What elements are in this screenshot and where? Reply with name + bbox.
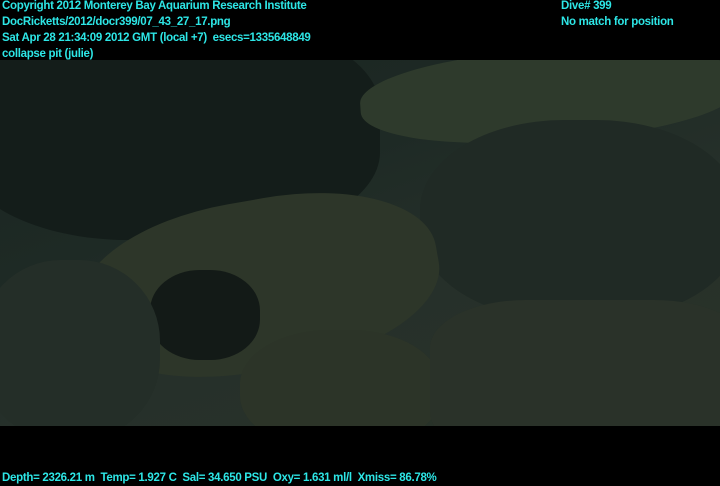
rock-left bbox=[0, 260, 160, 426]
rock-rubble bbox=[240, 330, 440, 426]
dive-number: Dive# 399 bbox=[561, 0, 612, 12]
sensor-readout: Depth= 2326.21 m Temp= 1.927 C Sal= 34.6… bbox=[2, 472, 437, 484]
pit-wall-shadow bbox=[420, 120, 720, 320]
cave-opening bbox=[150, 270, 260, 360]
copyright-text: Copyright 2012 Monterey Bay Aquarium Res… bbox=[2, 0, 307, 12]
sediment-floor bbox=[430, 300, 720, 426]
filename-text: DocRicketts/2012/docr399/07_43_27_17.png bbox=[2, 16, 231, 28]
seafloor-video-frame bbox=[0, 60, 720, 426]
position-status: No match for position bbox=[561, 16, 674, 28]
timestamp-text: Sat Apr 28 21:34:09 2012 GMT (local +7) … bbox=[2, 32, 311, 44]
